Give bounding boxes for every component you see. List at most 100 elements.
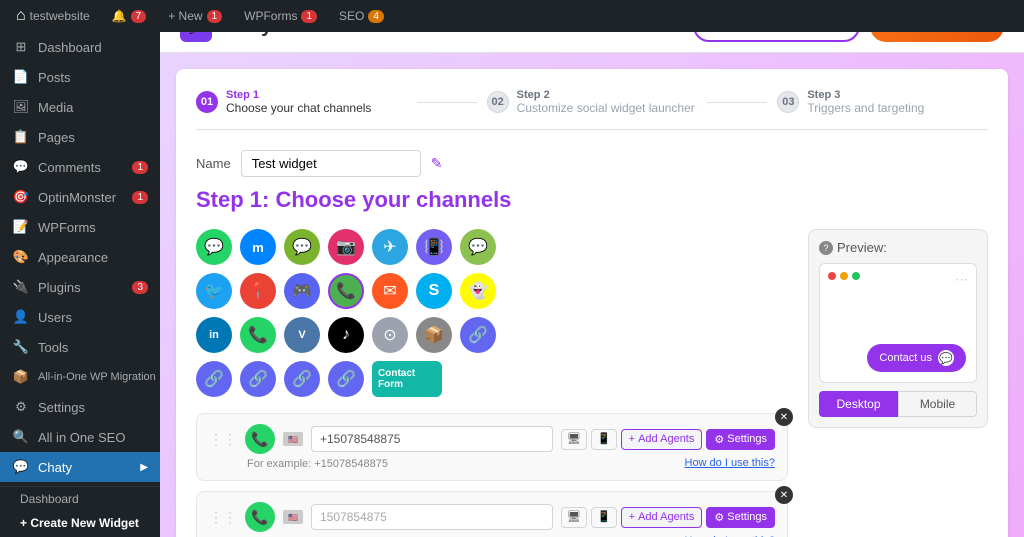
channel-config-row-1: ✕ ⋮⋮ 📞 🇺🇸 🖥 📱 + Add Agent bbox=[196, 413, 788, 481]
preview-contact-button: Contact us 💬 bbox=[867, 344, 966, 372]
channel-whatsapp2[interactable]: 📞 bbox=[240, 317, 276, 353]
step-3[interactable]: 03 Step 3 Triggers and targeting bbox=[777, 89, 988, 115]
wizard-scroll: 01 Step 1 Choose your chat channels 02 S… bbox=[160, 53, 1024, 537]
admin-bar-new[interactable]: + New 1 bbox=[160, 0, 230, 32]
agents-icon-2: + bbox=[629, 511, 635, 523]
channel-vk[interactable]: V bbox=[284, 317, 320, 353]
channel-2-phone-input[interactable] bbox=[311, 504, 553, 530]
step-1-text: Step 1 Choose your chat channels bbox=[226, 89, 371, 115]
channel-twitter[interactable]: 🐦 bbox=[196, 273, 232, 309]
admin-bar-notifications[interactable]: 🔔7 bbox=[104, 0, 155, 32]
channel-tiktok[interactable]: ♪ bbox=[328, 317, 364, 353]
chaty-main: 💬 chaty CREATE NEW WIDGET UPGRADE NOW ↑ … bbox=[160, 0, 1024, 537]
dot-yellow bbox=[840, 272, 848, 280]
channel-1-header: ⋮⋮ 📞 🇺🇸 🖥 📱 + Add Agents bbox=[209, 424, 775, 454]
channel-2-actions: 🖥 📱 + Add Agents ⚙ Settings bbox=[561, 507, 775, 528]
sidebar-chaty-create[interactable]: + Create New Widget bbox=[0, 511, 160, 535]
channel-2-mobile-icon[interactable]: 📱 bbox=[591, 507, 617, 528]
step-3-text: Step 3 Triggers and targeting bbox=[807, 89, 924, 115]
sidebar-item-optinmonster[interactable]: 🎯 OptinMonster 1 bbox=[0, 182, 160, 212]
channel-2-add-agents-btn[interactable]: + Add Agents bbox=[621, 507, 703, 528]
channel-wechat[interactable]: 💬 bbox=[284, 229, 320, 265]
dot-red bbox=[828, 272, 836, 280]
channel-1-how-link[interactable]: How do I use this? bbox=[685, 457, 776, 469]
seo-icon: 🔍 bbox=[12, 429, 30, 445]
channel-2-flag[interactable]: 🇺🇸 bbox=[283, 510, 303, 524]
sidebar-item-appearance[interactable]: 🎨 Appearance bbox=[0, 242, 160, 272]
channel-signal[interactable]: 💬 bbox=[460, 229, 496, 265]
step-divider-2 bbox=[707, 102, 767, 103]
step-1-circle: 01 bbox=[196, 91, 218, 113]
desktop-tab[interactable]: Desktop bbox=[819, 391, 898, 417]
step-1[interactable]: 01 Step 1 Choose your chat channels bbox=[196, 89, 407, 115]
sidebar-chaty-dashboard[interactable]: Dashboard bbox=[0, 487, 160, 511]
edit-name-icon[interactable]: ✎ bbox=[431, 155, 443, 172]
admin-bar-wpforms[interactable]: WPForms 1 bbox=[236, 0, 325, 32]
channel-email[interactable]: ✉ bbox=[372, 273, 408, 309]
channel-2-close-btn[interactable]: ✕ bbox=[775, 486, 793, 504]
sidebar-item-tools[interactable]: 🔧 Tools bbox=[0, 332, 160, 362]
channel-instagram[interactable]: 📷 bbox=[328, 229, 364, 265]
channel-discord[interactable]: 🎮 bbox=[284, 273, 320, 309]
channel-messenger[interactable]: m bbox=[240, 229, 276, 265]
mobile-tab[interactable]: Mobile bbox=[898, 391, 977, 417]
sidebar-item-chaty[interactable]: 💬 Chaty ▶ bbox=[0, 452, 160, 482]
drag-handle-1[interactable]: ⋮⋮ bbox=[209, 431, 237, 448]
comments-icon: 💬 bbox=[12, 159, 30, 175]
channel-1-close-btn[interactable]: ✕ bbox=[775, 408, 793, 426]
channel-2-desktop-icon[interactable]: 🖥 bbox=[561, 507, 587, 528]
step-2[interactable]: 02 Step 2 Customize social widget launch… bbox=[487, 89, 698, 115]
channel-phone[interactable]: 📞 bbox=[328, 273, 364, 309]
agents-icon: + bbox=[629, 433, 635, 445]
channel-2-settings-btn[interactable]: ⚙ Settings bbox=[706, 507, 775, 528]
sidebar-item-posts[interactable]: 📄 Posts bbox=[0, 62, 160, 92]
sidebar-item-settings[interactable]: ⚙ Settings bbox=[0, 392, 160, 422]
channel-custom1[interactable]: ⊙ bbox=[372, 317, 408, 353]
admin-bar-seo[interactable]: SEO 4 bbox=[331, 0, 392, 32]
channel-1-mobile-icon[interactable]: 📱 bbox=[591, 429, 617, 450]
channel-1-settings-btn[interactable]: ⚙ Settings bbox=[706, 429, 775, 450]
channel-custom2[interactable]: 📦 bbox=[416, 317, 452, 353]
sidebar-item-users[interactable]: 👤 Users bbox=[0, 302, 160, 332]
preview-dots bbox=[828, 272, 968, 280]
admin-bar-site[interactable]: ⌂ testwebsite bbox=[8, 0, 98, 32]
sidebar-item-comments[interactable]: 💬 Comments 1 bbox=[0, 152, 160, 182]
preview-more-icon[interactable]: ⋯ bbox=[955, 272, 968, 288]
channel-linkedin[interactable]: in bbox=[196, 317, 232, 353]
channel-1-desktop-icon[interactable]: 🖥 bbox=[561, 429, 587, 450]
sidebar-item-plugins[interactable]: 🔌 Plugins 3 bbox=[0, 272, 160, 302]
sidebar-item-media[interactable]: 🖼 Media bbox=[0, 92, 160, 122]
sidebar-item-aio-seo[interactable]: 🔍 All in One SEO bbox=[0, 422, 160, 452]
channel-link3[interactable]: 🔗 bbox=[240, 361, 276, 397]
channel-maps[interactable]: 📍 bbox=[240, 273, 276, 309]
sidebar-item-pages[interactable]: 📋 Pages bbox=[0, 122, 160, 152]
channel-skype[interactable]: S bbox=[416, 273, 452, 309]
channel-viber[interactable]: 📳 bbox=[416, 229, 452, 265]
preview-info-icon[interactable]: ? bbox=[819, 241, 833, 255]
drag-handle-2[interactable]: ⋮⋮ bbox=[209, 509, 237, 526]
channel-contact-form[interactable]: Contact Form bbox=[372, 361, 442, 397]
channel-link5[interactable]: 🔗 bbox=[328, 361, 364, 397]
channel-link2[interactable]: 🔗 bbox=[196, 361, 232, 397]
widget-name-input[interactable] bbox=[241, 150, 421, 177]
channel-whatsapp[interactable]: 💬 bbox=[196, 229, 232, 265]
sidebar-item-aio-migration[interactable]: 📦 All-in-One WP Migration bbox=[0, 362, 160, 392]
channel-1-actions: 🖥 📱 + Add Agents ⚙ Settings bbox=[561, 429, 775, 450]
channel-snapchat[interactable]: 👻 bbox=[460, 273, 496, 309]
sidebar-item-dashboard[interactable]: ⊞ Dashboard bbox=[0, 32, 160, 62]
channel-link1[interactable]: 🔗 bbox=[460, 317, 496, 353]
sidebar-item-wpforms[interactable]: 📝 WPForms bbox=[0, 212, 160, 242]
name-label: Name bbox=[196, 156, 231, 171]
posts-icon: 📄 bbox=[12, 69, 30, 85]
channel-1-flag[interactable]: 🇺🇸 bbox=[283, 432, 303, 446]
tools-icon: 🔧 bbox=[12, 339, 30, 355]
channel-link4[interactable]: 🔗 bbox=[284, 361, 320, 397]
step-3-circle: 03 bbox=[777, 91, 799, 113]
users-icon: 👤 bbox=[12, 309, 30, 325]
channel-telegram[interactable]: ✈ bbox=[372, 229, 408, 265]
channel-1-add-agents-btn[interactable]: + Add Agents bbox=[621, 429, 703, 450]
dashboard-icon: ⊞ bbox=[12, 39, 30, 55]
steps-row: 01 Step 1 Choose your chat channels 02 S… bbox=[196, 89, 988, 130]
preview-panel: ? Preview: ⋯ Contac bbox=[808, 229, 988, 537]
channel-1-phone-input[interactable] bbox=[311, 426, 553, 452]
